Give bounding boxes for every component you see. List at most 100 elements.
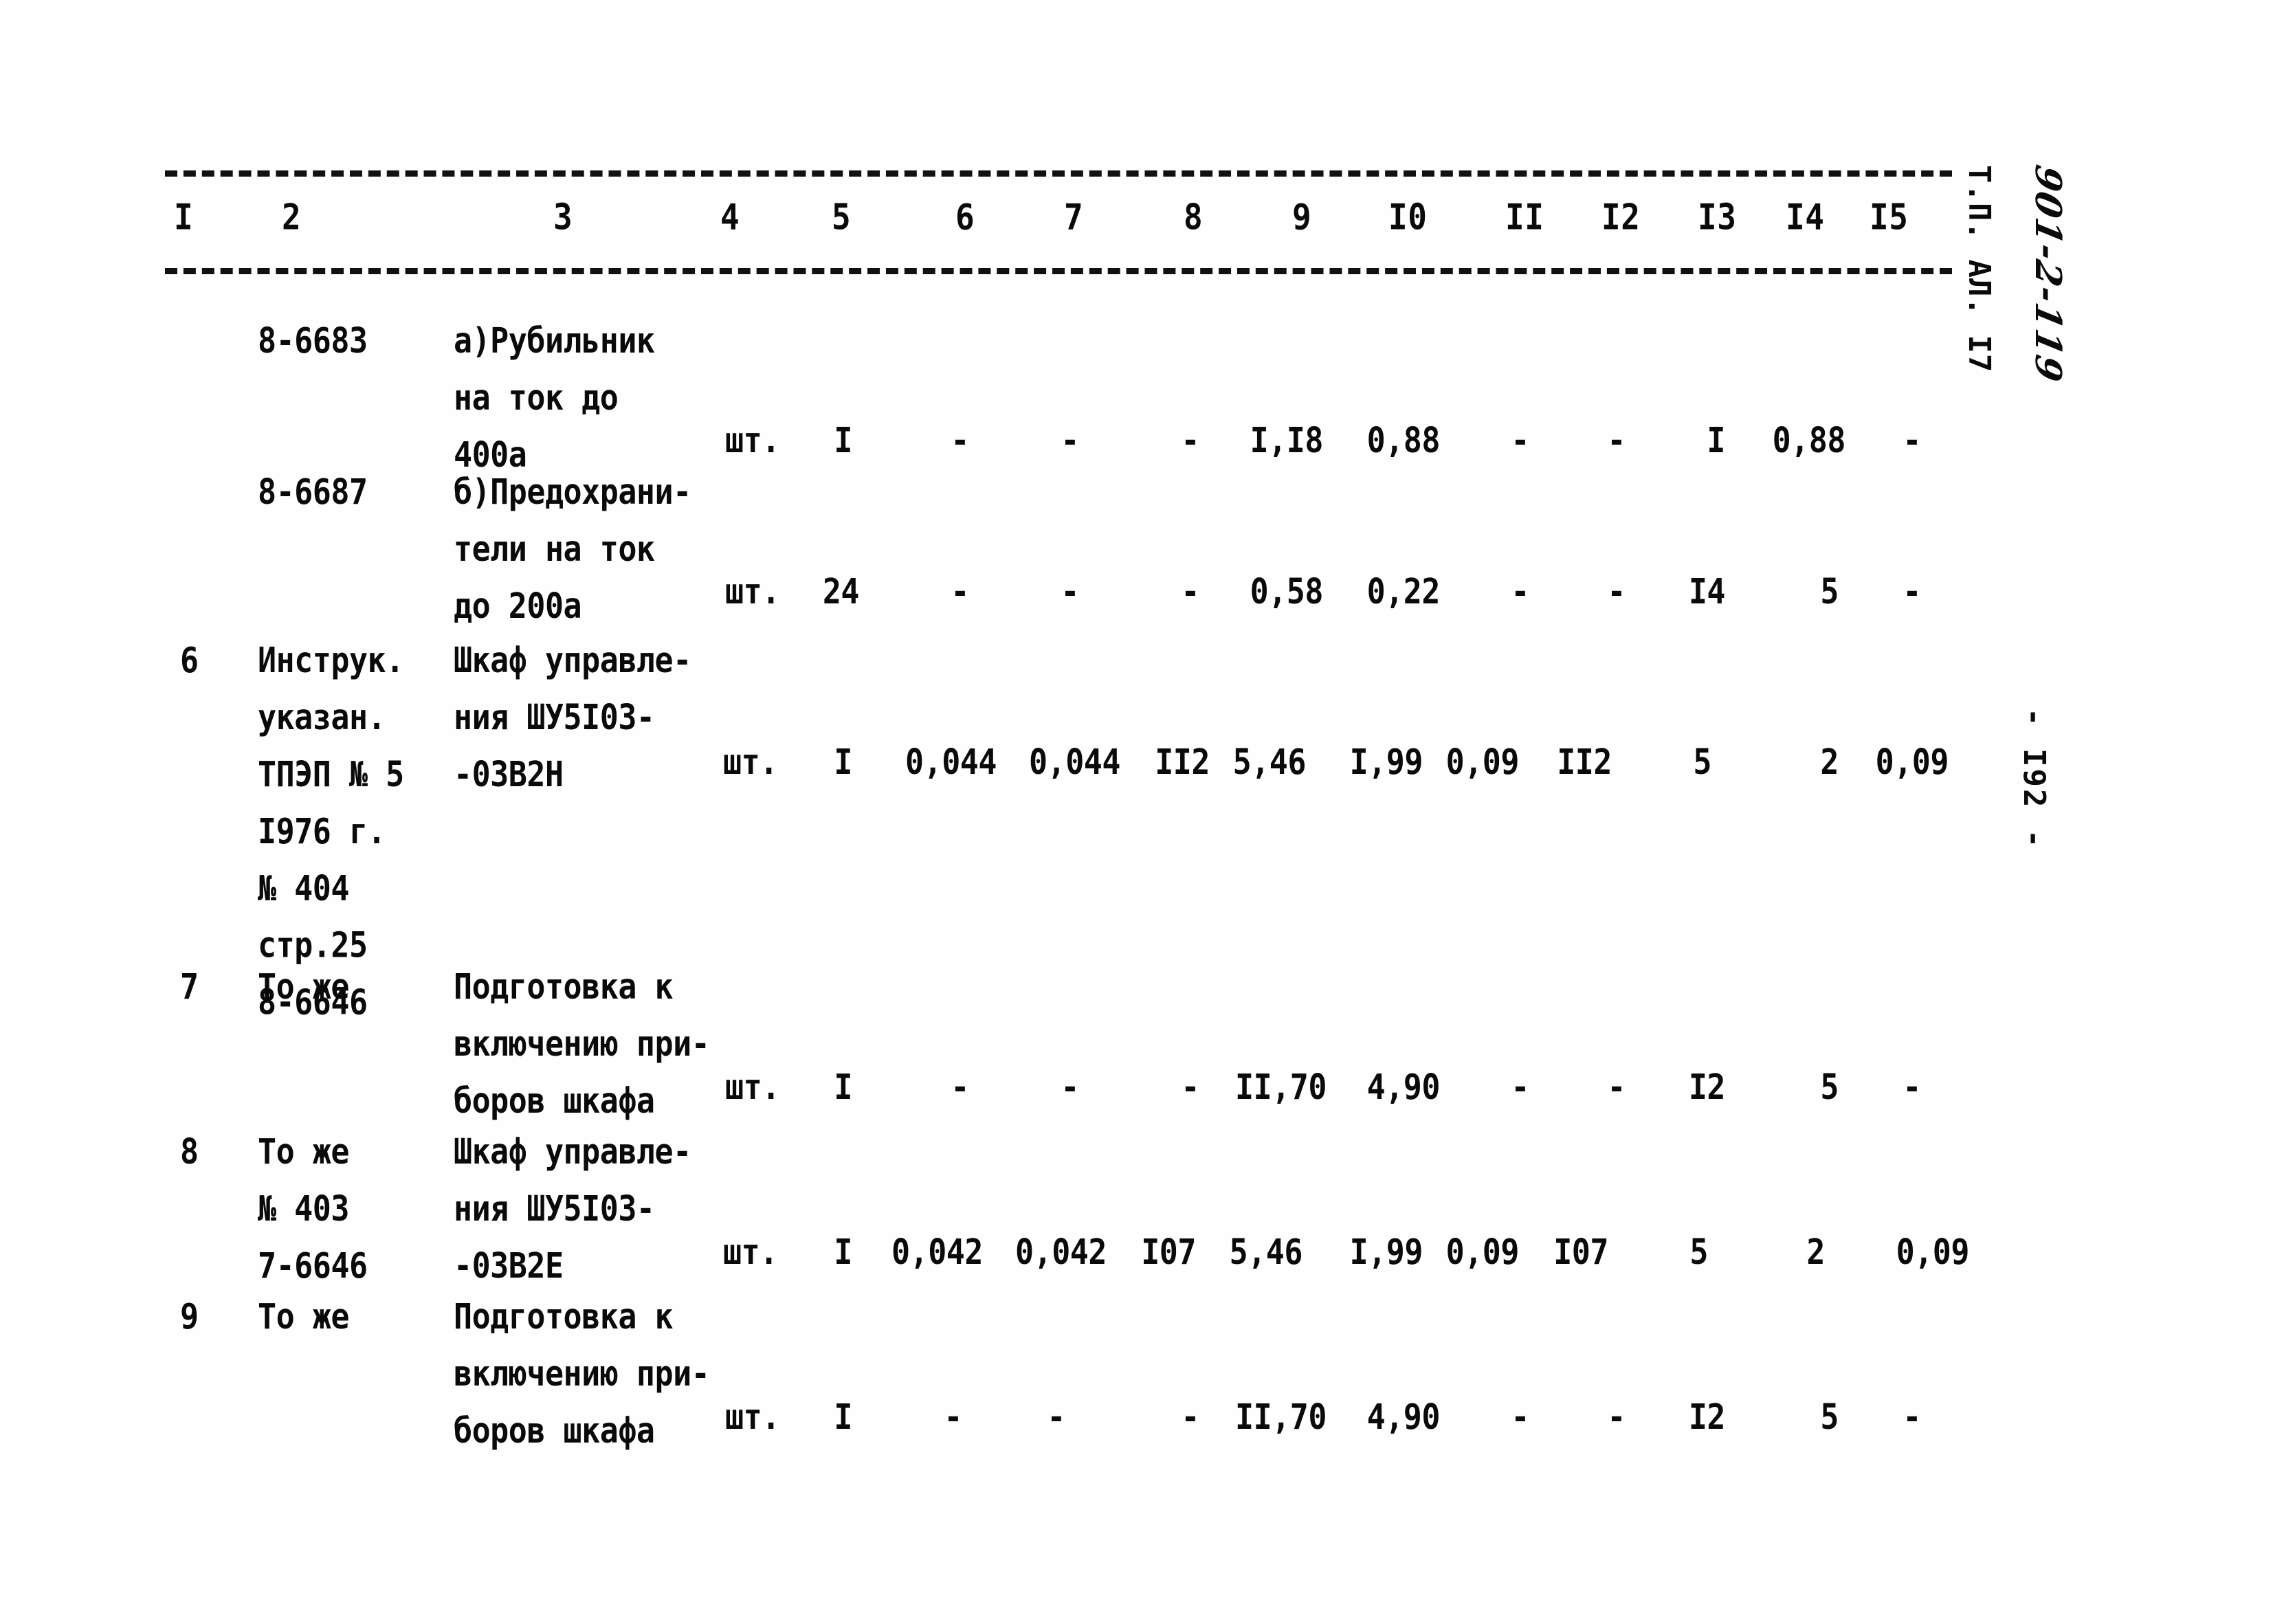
table-row: I xyxy=(834,1397,852,1438)
table-row: II2 xyxy=(1557,742,1612,783)
table-row: - xyxy=(1047,1397,1065,1438)
table-row: - xyxy=(1061,1067,1079,1108)
column-header-10: I0 xyxy=(1388,196,1428,238)
column-header-1: I xyxy=(174,196,194,238)
table-row: 8 xyxy=(180,1131,199,1172)
column-header-8: 8 xyxy=(1184,196,1204,238)
table-row: I xyxy=(834,1232,852,1273)
table-row: 0,09 xyxy=(1896,1232,1970,1273)
table-row: I xyxy=(834,1067,852,1108)
table-row: Подготовка к включению при- боров шкафа xyxy=(454,1296,710,1451)
table-row: - xyxy=(1181,571,1199,612)
table-row: б)Предохрани- тели на ток до 200а xyxy=(454,471,691,627)
table-row: 0,09 xyxy=(1445,1232,1520,1273)
table-row: - xyxy=(1903,571,1921,612)
table-row: I,I8 xyxy=(1250,420,1324,461)
table-row: - xyxy=(951,420,969,461)
table-row: I,99 xyxy=(1349,1232,1423,1273)
table-row: - xyxy=(1181,1067,1199,1108)
table-row: - xyxy=(1181,420,1199,461)
table-row: 5 xyxy=(1689,1232,1708,1273)
table-row: - xyxy=(1607,571,1626,612)
table-row: - xyxy=(951,1067,969,1108)
table-row: - xyxy=(1903,420,1921,461)
document-code-typed: Т.П. АЛ. I7 xyxy=(1962,165,1997,373)
table-row: - xyxy=(1903,1397,1921,1438)
table-row: 0,58 xyxy=(1250,571,1324,612)
table-row: шт. xyxy=(725,1397,780,1438)
column-header-7: 7 xyxy=(1064,196,1084,238)
table-row: - xyxy=(1607,1397,1626,1438)
table-row: 9 xyxy=(180,1296,199,1337)
table-row: - xyxy=(1511,1397,1529,1438)
table-row: 2 xyxy=(1820,742,1839,783)
table-row: 5 xyxy=(1820,1397,1839,1438)
table-row: То же xyxy=(258,966,349,1008)
table-row: 0,09 xyxy=(1445,742,1520,783)
table-row: Шкаф управле- ния ШУ5I03- -03В2Е xyxy=(454,1131,691,1287)
table-row: 4,90 xyxy=(1366,1397,1441,1438)
table-row: 0,044 xyxy=(905,742,997,783)
table-row: 0,042 xyxy=(891,1232,983,1273)
table-row: шт. xyxy=(725,420,780,461)
table-header-rule xyxy=(165,268,1952,274)
table-row: - xyxy=(944,1397,962,1438)
table-row: 7 xyxy=(180,966,199,1008)
table-row: - xyxy=(1061,571,1079,612)
table-row: I2 xyxy=(1688,1067,1726,1108)
column-header-14: I4 xyxy=(1786,196,1825,238)
table-row: 0,09 xyxy=(1875,742,1949,783)
table-row: 8-6687 xyxy=(258,471,368,513)
table-row: II2 xyxy=(1155,742,1210,783)
table-row: - xyxy=(1061,420,1079,461)
column-header-9: 9 xyxy=(1292,196,1312,238)
column-header-13: I3 xyxy=(1698,196,1737,238)
table-row: I xyxy=(834,742,852,783)
column-header-4: 4 xyxy=(720,196,740,238)
table-row: 5 xyxy=(1820,571,1839,612)
column-header-5: 5 xyxy=(832,196,852,238)
table-row: 0,88 xyxy=(1772,420,1846,461)
table-row: I,99 xyxy=(1349,742,1423,783)
table-row: 8-6683 xyxy=(258,320,368,361)
table-row: 5 xyxy=(1820,1067,1839,1108)
table-row: I xyxy=(1707,420,1725,461)
table-row: 6 xyxy=(180,640,199,681)
table-row: - xyxy=(1903,1067,1921,1108)
table-row: I xyxy=(834,420,852,461)
table-row: I4 xyxy=(1688,571,1726,612)
table-row: Шкаф управле- ния ШУ5I03- -03В2Н xyxy=(454,640,691,795)
table-row: То же xyxy=(258,1296,349,1337)
table-row: шт. xyxy=(725,571,780,612)
table-row: I2 xyxy=(1688,1397,1726,1438)
column-header-3: 3 xyxy=(553,196,573,238)
table-row: II,70 xyxy=(1235,1067,1327,1108)
document-page: I 2 3 4 5 6 7 8 9 I0 II I2 I3 I4 I5 8-66… xyxy=(0,0,2273,1624)
page-number: - I92 - xyxy=(2017,708,2052,850)
column-header-2: 2 xyxy=(282,196,302,238)
table-row: - xyxy=(1511,420,1529,461)
column-header-15: I5 xyxy=(1870,196,1909,238)
table-top-rule xyxy=(165,170,1952,177)
table-row: шт. xyxy=(723,1232,778,1273)
table-row: 24 xyxy=(822,571,860,612)
table-row: - xyxy=(951,571,969,612)
table-row: - xyxy=(1181,1397,1199,1438)
table-row: То же № 403 7-6646 xyxy=(258,1131,368,1287)
table-row: 5,46 xyxy=(1229,1232,1303,1273)
table-row: а)Рубильник на ток до 400а xyxy=(454,320,655,476)
table-row: 0,042 xyxy=(1015,1232,1107,1273)
table-row: - xyxy=(1511,571,1529,612)
column-header-11: II xyxy=(1505,196,1544,238)
column-header-6: 6 xyxy=(955,196,975,238)
table-row: 5 xyxy=(1693,742,1711,783)
table-row: 0,22 xyxy=(1366,571,1441,612)
column-header-12: I2 xyxy=(1601,196,1641,238)
document-code-handwritten: 901-2-119 xyxy=(2027,162,2069,387)
table-row: I07 xyxy=(1553,1232,1608,1273)
table-row: I07 xyxy=(1141,1232,1196,1273)
table-row: 0,88 xyxy=(1366,420,1441,461)
table-row: - xyxy=(1607,1067,1626,1108)
table-row: 2 xyxy=(1806,1232,1825,1273)
table-row: Подготовка к включению при- боров шкафа xyxy=(454,966,710,1122)
